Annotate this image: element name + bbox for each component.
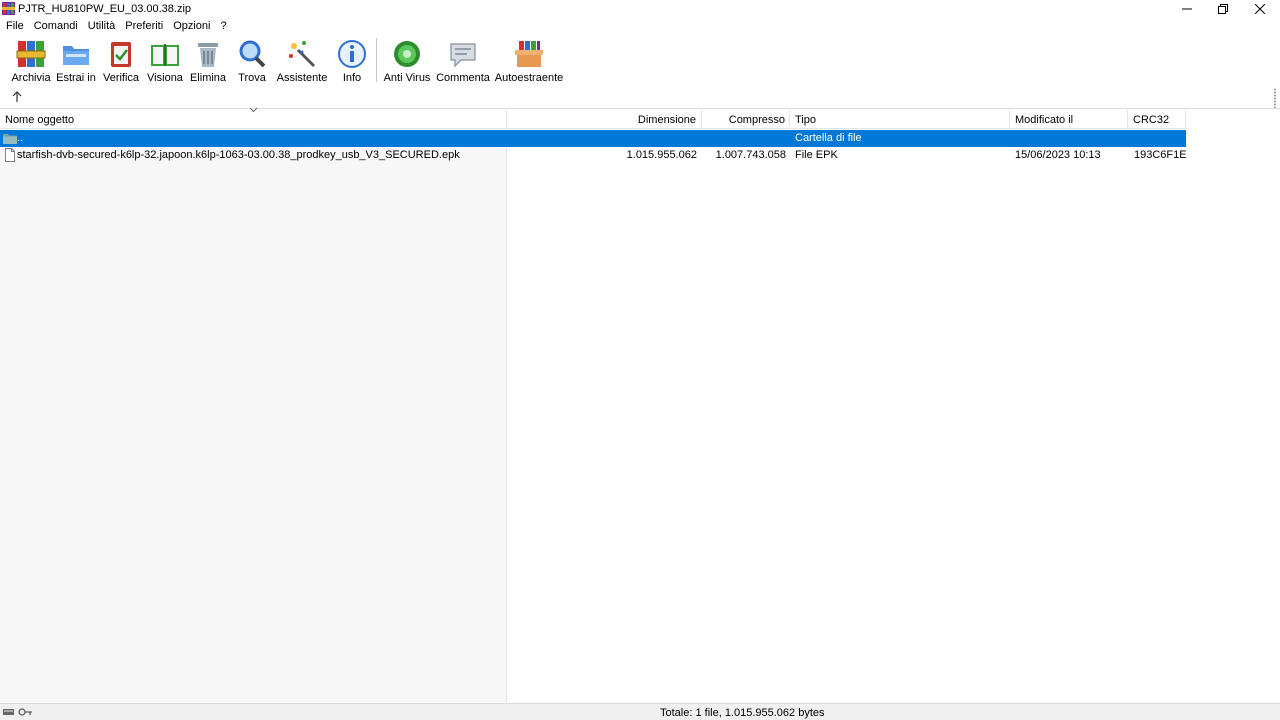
- menu-preferiti[interactable]: Preferiti: [120, 18, 168, 34]
- column-header-type[interactable]: Tipo: [790, 110, 1010, 129]
- assistente-label: Assistente: [276, 72, 328, 84]
- menu-comandi[interactable]: Comandi: [29, 18, 83, 34]
- sort-chevron-icon: [249, 107, 258, 113]
- row-name: ..: [17, 132, 24, 144]
- visiona-label: Visiona: [147, 72, 183, 84]
- status-bar: Totale: 1 file, 1.015.955.062 bytes: [0, 703, 1280, 720]
- trova-label: Trova: [238, 72, 266, 84]
- column-header-modified-label: Modificato il: [1015, 114, 1074, 126]
- clipboard-check-icon: [111, 42, 131, 67]
- row-packed: 1.007.743.058: [715, 149, 786, 161]
- autoestraente-label: Autoestraente: [494, 72, 564, 84]
- toolbar-separator: [376, 38, 377, 82]
- archivia-label: Archivia: [11, 72, 51, 84]
- list-header: Nome oggetto Dimensione Compresso Tipo M…: [0, 107, 1186, 129]
- menu-opzioni[interactable]: Opzioni: [168, 18, 215, 34]
- close-button[interactable]: [1242, 0, 1278, 18]
- column-header-size[interactable]: Dimensione: [507, 110, 702, 129]
- minimize-icon: [1182, 8, 1192, 10]
- toolbar-grip[interactable]: [1274, 88, 1276, 108]
- drive-key-icon[interactable]: [3, 707, 33, 717]
- anti-virus-label: Anti Virus: [383, 72, 431, 84]
- winrar-app-icon[interactable]: [2, 2, 15, 15]
- elimina-button[interactable]: Elimina: [190, 38, 226, 84]
- column-header-name-label: Nome oggetto: [5, 114, 75, 126]
- anti-virus-button[interactable]: Anti Virus: [384, 38, 430, 84]
- column-header-size-label: Dimensione: [637, 114, 696, 126]
- toolbar-divider: [0, 108, 1280, 109]
- folder-icon: [3, 134, 17, 144]
- file-icon: [5, 148, 15, 162]
- elimina-label: Elimina: [189, 72, 227, 84]
- table-row-epk-file[interactable]: starfish-dvb-secured-k6lp-32.japoon.k6lp…: [0, 147, 1187, 164]
- info-button[interactable]: Info: [336, 38, 368, 84]
- info-label: Info: [342, 72, 362, 84]
- winrar-window: PJTR_HU810PW_EU_03.00.38.zip File Comand…: [0, 0, 1280, 720]
- menu-file[interactable]: File: [1, 18, 29, 34]
- file-list[interactable]: Nome oggetto Dimensione Compresso Tipo M…: [0, 107, 1280, 702]
- trova-button[interactable]: Trova: [235, 38, 269, 84]
- name-column-background: [0, 130, 507, 702]
- trash-bin-icon: [198, 43, 218, 67]
- minimize-button[interactable]: [1169, 0, 1205, 18]
- commenta-button[interactable]: Commenta: [436, 38, 490, 84]
- column-header-crc[interactable]: CRC32: [1128, 110, 1186, 129]
- toolbar: Archivia Estrai in Verifica Visiona Elim…: [0, 34, 1280, 84]
- table-row-parent-folder[interactable]: .. Cartella di file: [0, 130, 1186, 147]
- autoestraente-button[interactable]: Autoestraente: [494, 38, 564, 84]
- column-header-packed[interactable]: Compresso: [702, 110, 790, 129]
- open-book-icon: [151, 44, 179, 66]
- up-arrow-icon[interactable]: [10, 90, 24, 104]
- column-header-name[interactable]: Nome oggetto: [0, 107, 507, 129]
- estrai-in-label: Estrai in: [56, 72, 96, 84]
- column-header-crc-label: CRC32: [1133, 114, 1170, 126]
- status-total: Totale: 1 file, 1.015.955.062 bytes: [660, 707, 825, 719]
- restore-icon: [1218, 4, 1228, 14]
- row-type: Cartella di file: [795, 132, 862, 144]
- column-header-type-label: Tipo: [795, 114, 816, 126]
- row-size: 1.015.955.062: [626, 149, 697, 161]
- verifica-button[interactable]: Verifica: [103, 38, 139, 84]
- comment-icon: [450, 43, 476, 68]
- close-icon: [1255, 4, 1265, 14]
- row-type: File EPK: [795, 149, 838, 161]
- books-archive-icon: [16, 41, 46, 67]
- column-header-packed-label: Compresso: [728, 114, 785, 126]
- window-title: PJTR_HU810PW_EU_03.00.38.zip: [18, 3, 192, 15]
- visiona-button[interactable]: Visiona: [146, 38, 184, 84]
- row-modified: 15/06/2023 10:13: [1015, 149, 1101, 161]
- assistente-button[interactable]: Assistente: [276, 38, 328, 84]
- estrai-in-button[interactable]: Estrai in: [56, 38, 96, 84]
- commenta-label: Commenta: [436, 72, 490, 84]
- menu-bar: File Comandi Utilità Preferiti Opzioni ?: [0, 18, 1280, 34]
- magnifier-icon: [239, 40, 266, 68]
- magic-wand-icon: [289, 41, 316, 68]
- row-crc: 193C6F1E: [1134, 149, 1187, 161]
- navigation-bar: [0, 86, 1280, 108]
- antivirus-icon: [394, 41, 420, 67]
- menu-utilita[interactable]: Utilità: [83, 18, 121, 34]
- info-icon: [338, 40, 366, 68]
- folder-extract-icon: [63, 46, 89, 65]
- menu-help[interactable]: ?: [215, 18, 231, 34]
- row-name: starfish-dvb-secured-k6lp-32.japoon.k6lp…: [17, 149, 460, 161]
- sfx-box-icon: [515, 41, 543, 67]
- archivia-button[interactable]: Archivia: [11, 38, 51, 84]
- verifica-label: Verifica: [102, 72, 140, 84]
- column-header-modified[interactable]: Modificato il: [1010, 110, 1128, 129]
- title-bar: PJTR_HU810PW_EU_03.00.38.zip: [0, 0, 1280, 18]
- restore-button[interactable]: [1205, 0, 1241, 18]
